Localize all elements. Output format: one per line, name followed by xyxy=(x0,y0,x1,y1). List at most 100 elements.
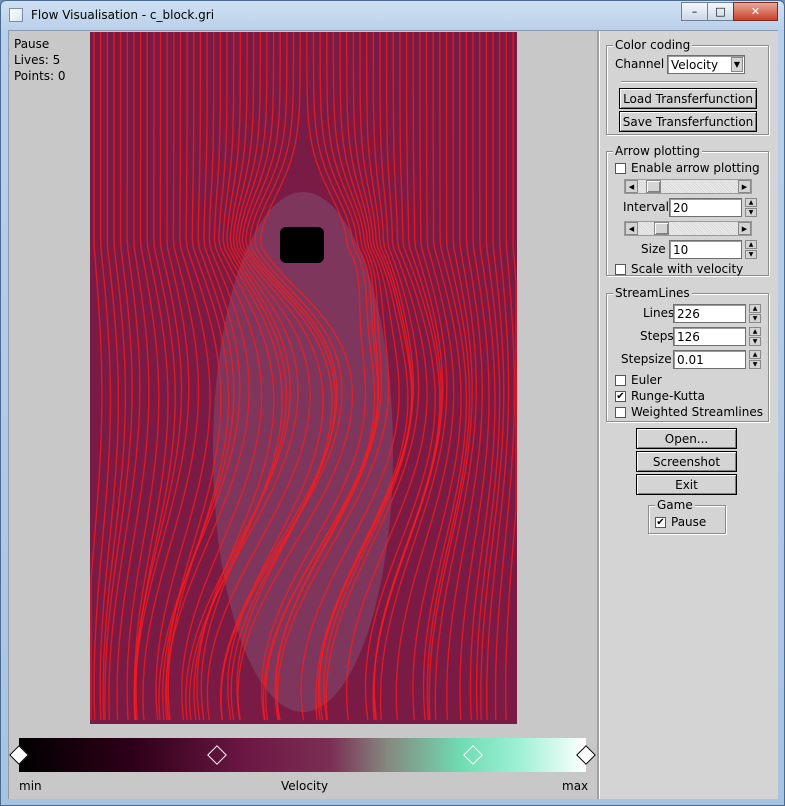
arrow-right-icon[interactable]: ▶ xyxy=(738,222,751,235)
spin-down-icon[interactable]: ▼ xyxy=(749,360,761,369)
scale-velocity-label: Scale with velocity xyxy=(631,262,744,276)
interval-slider-thumb[interactable] xyxy=(646,180,661,193)
arrow-plotting-group: Arrow plotting Enable arrow plotting ◀ ▶… xyxy=(606,144,769,276)
size-label: Size xyxy=(641,242,666,256)
euler-checkbox[interactable]: Euler xyxy=(615,373,662,387)
app-window: Flow Visualisation - c_block.gri – □ ✕ P… xyxy=(0,0,785,806)
stepsize-spinner[interactable]: ▲ ▼ xyxy=(749,350,761,369)
tf-max-label: max xyxy=(562,779,589,793)
enable-arrow-checkbox[interactable]: Enable arrow plotting xyxy=(615,161,760,175)
streamlines-group: StreamLines Lines 226 ▲ ▼ Steps 126 ▲ ▼ … xyxy=(606,286,769,422)
weighted-streamlines-label: Weighted Streamlines xyxy=(631,405,763,419)
load-transferfunction-button[interactable]: Load Transferfunction xyxy=(619,88,757,109)
stepsize-input[interactable]: 0.01 xyxy=(673,350,746,369)
size-value: 10 xyxy=(673,243,689,257)
steps-label: Steps xyxy=(640,329,674,343)
visualisation-area[interactable]: Pause Lives: 5 Points: 0 min Velocity ma… xyxy=(9,31,597,799)
lines-value: 226 xyxy=(677,307,700,321)
save-transferfunction-button[interactable]: Save Transferfunction xyxy=(619,111,757,132)
maximize-button[interactable]: □ xyxy=(707,2,734,21)
interval-input[interactable]: 20 xyxy=(669,198,742,217)
client-area: Pause Lives: 5 Points: 0 min Velocity ma… xyxy=(8,30,778,799)
spin-up-icon[interactable]: ▲ xyxy=(749,304,761,313)
interval-spinner[interactable]: ▲ ▼ xyxy=(745,198,757,217)
minimize-button[interactable]: – xyxy=(681,2,708,21)
close-button[interactable]: ✕ xyxy=(733,2,778,21)
size-spinner[interactable]: ▲ ▼ xyxy=(745,240,757,259)
spin-down-icon[interactable]: ▼ xyxy=(749,337,761,346)
lines-spinner[interactable]: ▲ ▼ xyxy=(749,304,761,323)
stepsize-value: 0.01 xyxy=(677,353,704,367)
spin-up-icon[interactable]: ▲ xyxy=(745,240,757,249)
tf-control-point[interactable] xyxy=(576,745,596,765)
spin-up-icon[interactable]: ▲ xyxy=(749,350,761,359)
pause-label: Pause xyxy=(671,515,707,529)
runge-kutta-checkbox[interactable]: ✔ Runge-Kutta xyxy=(615,389,705,403)
arrow-left-icon[interactable]: ◀ xyxy=(625,180,638,193)
chevron-down-icon: ▼ xyxy=(731,57,743,72)
lines-label: Lines xyxy=(643,306,675,320)
window-controls: – □ ✕ xyxy=(681,2,778,21)
exit-button[interactable]: Exit xyxy=(636,474,737,495)
spin-up-icon[interactable]: ▲ xyxy=(749,327,761,336)
checkbox-box xyxy=(615,374,626,386)
color-coding-group: Color coding Channel Velocity ▼ Load Tra… xyxy=(606,38,769,135)
pause-checkbox[interactable]: ✔ Pause xyxy=(655,515,706,529)
flow-field-view[interactable] xyxy=(90,32,517,724)
transfer-function-bar[interactable] xyxy=(9,738,596,772)
enable-arrow-label: Enable arrow plotting xyxy=(631,161,760,175)
tf-control-point[interactable] xyxy=(207,745,228,765)
runge-kutta-label: Runge-Kutta xyxy=(631,389,705,403)
size-input[interactable]: 10 xyxy=(669,240,742,259)
checkbox-box xyxy=(615,406,626,418)
title-bar[interactable]: Flow Visualisation - c_block.gri – □ ✕ xyxy=(1,1,784,31)
tf-center-label: Velocity xyxy=(281,779,329,793)
channel-select[interactable]: Velocity ▼ xyxy=(667,55,745,74)
spin-down-icon[interactable]: ▼ xyxy=(745,208,757,217)
screenshot-button[interactable]: Screenshot xyxy=(636,451,737,472)
size-slider-thumb[interactable] xyxy=(654,222,669,235)
status-points: Points: 0 xyxy=(14,69,66,83)
scale-velocity-checkbox[interactable]: Scale with velocity xyxy=(615,262,743,276)
channel-label: Channel xyxy=(615,57,665,71)
arrow-right-icon[interactable]: ▶ xyxy=(738,180,751,193)
arrow-plotting-title: Arrow plotting xyxy=(613,144,702,158)
lines-input[interactable]: 226 xyxy=(673,304,746,323)
size-slider[interactable]: ◀ ▶ xyxy=(624,221,752,236)
status-lives: Lives: 5 xyxy=(14,53,61,67)
status-state: Pause xyxy=(14,37,50,51)
game-group: Game ✔ Pause xyxy=(648,498,726,534)
checkbox-box xyxy=(615,162,626,174)
spin-up-icon[interactable]: ▲ xyxy=(745,198,757,207)
game-title: Game xyxy=(655,498,695,512)
spin-down-icon[interactable]: ▼ xyxy=(749,314,761,323)
game-status: Pause Lives: 5 Points: 0 xyxy=(14,36,66,84)
stepsize-label: Stepsize xyxy=(621,352,672,366)
spin-down-icon[interactable]: ▼ xyxy=(745,250,757,259)
steps-input[interactable]: 126 xyxy=(673,327,746,346)
interval-slider[interactable]: ◀ ▶ xyxy=(624,179,752,194)
app-icon xyxy=(9,8,23,22)
euler-label: Euler xyxy=(631,373,662,387)
weighted-streamlines-checkbox[interactable]: Weighted Streamlines xyxy=(615,405,763,419)
channel-select-value: Velocity xyxy=(671,58,719,72)
checkbox-box xyxy=(615,263,626,275)
steps-spinner[interactable]: ▲ ▼ xyxy=(749,327,761,346)
obstacle-block xyxy=(280,227,324,263)
interval-label: Interval xyxy=(623,200,669,214)
interval-value: 20 xyxy=(673,201,689,215)
streamline-canvas xyxy=(90,32,517,724)
checkbox-box: ✔ xyxy=(655,516,666,528)
tf-control-point[interactable] xyxy=(462,745,483,765)
steps-value: 126 xyxy=(677,330,700,344)
color-coding-separator xyxy=(621,81,757,83)
arrow-left-icon[interactable]: ◀ xyxy=(625,222,638,235)
color-coding-title: Color coding xyxy=(613,38,693,52)
window-title: Flow Visualisation - c_block.gri xyxy=(31,8,215,22)
checkbox-box: ✔ xyxy=(615,390,626,402)
open-button[interactable]: Open... xyxy=(636,428,737,449)
tf-min-label: min xyxy=(19,779,42,793)
tf-control-point[interactable] xyxy=(9,745,29,765)
streamlines-title: StreamLines xyxy=(613,286,692,300)
control-panel: Color coding Channel Velocity ▼ Load Tra… xyxy=(600,31,778,799)
